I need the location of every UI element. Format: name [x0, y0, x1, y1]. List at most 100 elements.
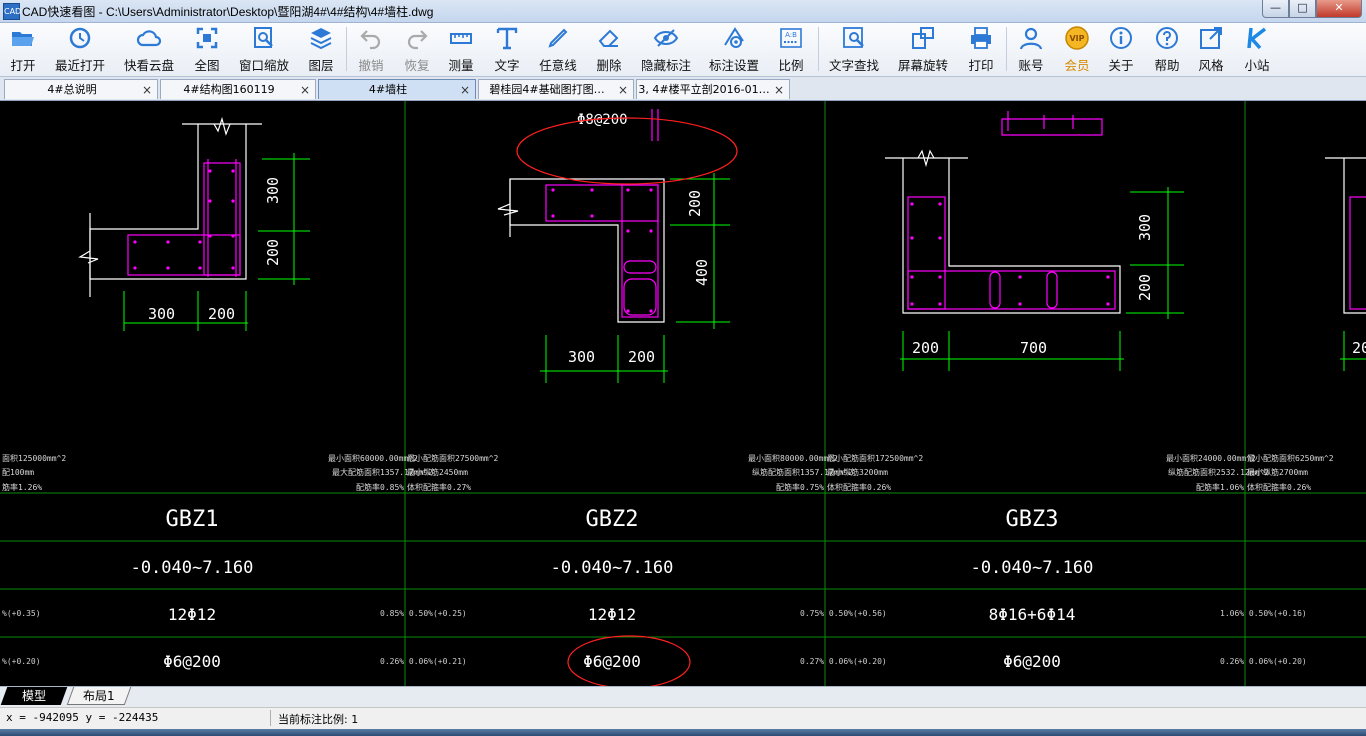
fullview-icon	[196, 27, 218, 49]
layers-button[interactable]: 图层	[306, 25, 336, 75]
table-note: %(+0.20)	[2, 657, 41, 666]
text-find-button[interactable]: 文字查找	[828, 25, 880, 75]
delete-label: 删除	[596, 58, 622, 73]
main-toolbar: 打开 最近打开 快看云盘 全图 窗口缩放 图层 撤销 恢复 测量 文字 任意线	[0, 23, 1366, 77]
scale-button[interactable]: A:B 比例	[776, 25, 806, 75]
tab-close-icon[interactable]: ×	[460, 80, 470, 100]
table-note: 1.06% 0.50%(+0.16)	[1220, 609, 1307, 618]
rotate-button[interactable]: 屏幕旋转	[896, 25, 950, 75]
info-icon	[1110, 27, 1132, 49]
redo-icon	[407, 30, 428, 50]
table-cell-longbar: 12Φ12	[168, 605, 216, 624]
gbz1-dim-300: 300	[148, 305, 175, 323]
maximize-button[interactable]: □	[1289, 0, 1316, 18]
site-button[interactable]: 小站	[1242, 25, 1272, 75]
open-button[interactable]: 打开	[6, 25, 40, 75]
tab-close-icon[interactable]: ×	[774, 80, 784, 100]
print-button[interactable]: 打印	[966, 25, 996, 75]
stat-text: 最小配筋面积172500mm^2	[827, 453, 923, 463]
user-icon	[1019, 27, 1043, 50]
stat-text: 最小纵筋2450mm	[407, 467, 468, 477]
table-note: %(+0.35)	[2, 609, 41, 618]
dim-settings-label: 标注设置	[708, 58, 759, 73]
tab-foundation[interactable]: 碧桂园4#基础图打图… ×	[478, 79, 634, 99]
stat-text: 最小面积60000.00mm^2	[328, 453, 418, 463]
dim-settings-button[interactable]: 标注设置	[708, 25, 760, 75]
drawing-canvas[interactable]: 300 200 300 200 Φ8@200 200 400 300 200 3…	[0, 101, 1366, 686]
tab-wall-column[interactable]: 4#墙柱 ×	[318, 79, 476, 99]
tab-label: 4#总说明	[47, 83, 97, 96]
undo-button[interactable]: 撤销	[356, 25, 386, 75]
vip-label: 会员	[1064, 58, 1090, 73]
stat-text: 最小配筋面积27500mm^2	[407, 453, 499, 463]
clock-icon	[69, 27, 91, 49]
table-cell-name: GBZ2	[586, 507, 639, 532]
zoom-window-button[interactable]: 窗口缩放	[238, 25, 290, 75]
help-button[interactable]: 帮助	[1152, 25, 1182, 75]
style-button[interactable]: 风格	[1196, 25, 1226, 75]
redo-button[interactable]: 恢复	[402, 25, 432, 75]
scale-icon: A:B	[780, 28, 802, 48]
table-cell-stirrup: Φ6@200	[1003, 652, 1061, 671]
freeline-button[interactable]: 任意线	[538, 25, 578, 75]
tab-structure[interactable]: 4#结构图160119 ×	[160, 79, 316, 99]
undo-icon	[360, 30, 381, 50]
text-button[interactable]: 文字	[492, 25, 522, 75]
stat-text: 最小纵筋2700mm	[1247, 467, 1308, 477]
table-note: 0.27% 0.06%(+0.20)	[800, 657, 887, 666]
tab-close-icon[interactable]: ×	[300, 80, 310, 100]
account-button[interactable]: 账号	[1016, 25, 1046, 75]
close-button[interactable]: ✕	[1316, 0, 1362, 18]
toolbar-separator	[1006, 27, 1007, 71]
title-bar: CAD CAD快速看图 - C:\Users\Administrator\Des…	[0, 0, 1366, 23]
site-label: 小站	[1244, 58, 1270, 73]
tab-label: 4#墙柱	[368, 83, 408, 96]
table-cell-stirrup: Φ6@200	[583, 652, 641, 671]
text-find-label: 文字查找	[828, 58, 879, 73]
zoom-window-icon	[254, 27, 273, 48]
hide-dims-button[interactable]: 隐藏标注	[640, 25, 692, 75]
model-tab[interactable]: 模型	[0, 687, 68, 705]
stat-text: 体积配箍率0.27%	[407, 482, 471, 492]
gbz2-section: Φ8@200 200 400 300 200	[497, 109, 738, 383]
about-button[interactable]: 关于	[1106, 25, 1136, 75]
layers-label: 图层	[308, 58, 334, 73]
tab-close-icon[interactable]: ×	[618, 80, 628, 100]
layout-tabs-bar: 模型 布局1	[0, 686, 1366, 707]
eye-hidden-icon	[653, 29, 679, 47]
stat-text: 最小面积24000.00mm^2	[1166, 453, 1256, 463]
stat-text: 最小配筋面积6250mm^2	[1247, 453, 1334, 463]
table-cell-longbar: 12Φ12	[588, 605, 636, 624]
table-cell-name: GBZ1	[166, 507, 219, 532]
ruler-icon	[450, 33, 472, 44]
minimize-button[interactable]: —	[1262, 0, 1289, 18]
model-tab-label: 模型	[21, 689, 46, 703]
gbz2-dim-400-vert: 400	[693, 259, 711, 286]
table-cell-name: GBZ3	[1006, 507, 1059, 532]
external-style-icon	[1200, 27, 1222, 49]
status-bar: x = -942095 y = -224435 当前标注比例: 1	[0, 707, 1366, 729]
tab-general-notes[interactable]: 4#总说明 ×	[4, 79, 158, 99]
rotate-screen-icon	[912, 27, 934, 49]
tab-plan-elevation[interactable]: 3, 4#楼平立剖2016-01… ×	[636, 79, 790, 99]
layout1-tab[interactable]: 布局1	[66, 687, 132, 705]
cloud-button[interactable]: 快看云盘	[122, 25, 176, 75]
eraser-icon	[598, 29, 619, 47]
gbz3-dim-200: 200	[912, 339, 939, 357]
text-search-icon	[843, 27, 864, 48]
fullview-button[interactable]: 全图	[192, 25, 222, 75]
measure-button[interactable]: 测量	[446, 25, 476, 75]
delete-button[interactable]: 删除	[594, 25, 624, 75]
vip-button[interactable]: VIP 会员	[1062, 25, 1092, 75]
freeline-label: 任意线	[539, 58, 577, 73]
cloud-icon	[136, 30, 162, 47]
undo-label: 撤销	[358, 58, 384, 73]
stat-text: 面积125000mm^2	[2, 453, 66, 463]
tab-label: 3, 4#楼平立剖2016-01…	[638, 83, 770, 96]
document-tabs: 4#总说明 × 4#结构图160119 × 4#墙柱 × 碧桂园4#基础图打图……	[0, 77, 1366, 101]
table-note: 0.85% 0.50%(+0.25)	[380, 609, 467, 618]
window-controls: — □ ✕	[1262, 0, 1362, 18]
tab-close-icon[interactable]: ×	[142, 80, 152, 100]
text-icon	[496, 27, 518, 50]
recent-button[interactable]: 最近打开	[54, 25, 106, 75]
